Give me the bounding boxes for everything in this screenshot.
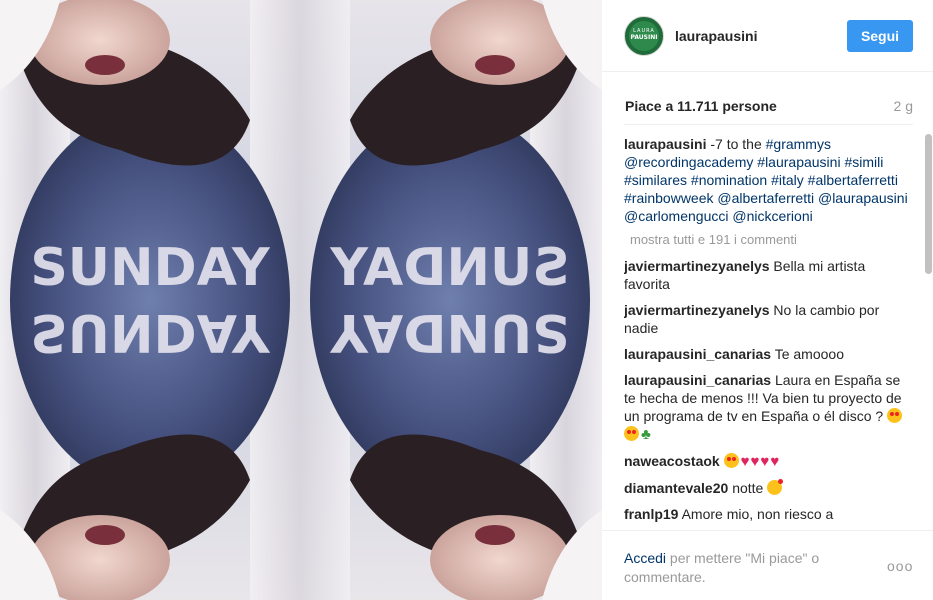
caption: laurapausini -7 to the #grammys @recordi… [624, 135, 913, 225]
divider [624, 124, 913, 125]
post-footer: Accedi per mettere "Mi piace" o commenta… [602, 530, 933, 600]
comment-user[interactable]: naweacostaok [624, 453, 720, 469]
hashtag[interactable]: #rainbowweek [624, 190, 714, 206]
comment-user[interactable]: franlp19 [624, 506, 678, 522]
heart-emoji-icon: ♥ [770, 453, 780, 470]
mention[interactable]: @laurapausini [818, 190, 908, 206]
mention[interactable]: @recordingacademy [624, 154, 753, 170]
avatar[interactable]: LAURA PAUSINI [624, 16, 664, 56]
shirt-text-flipped-mirror: SUNDAY [329, 302, 570, 362]
hashtag[interactable]: #similares [624, 172, 687, 188]
hashtag[interactable]: #grammys [766, 136, 831, 152]
login-prompt: Accedi per mettere "Mi piace" o commenta… [624, 549, 854, 587]
hashtag[interactable]: #simili [844, 154, 883, 170]
shirt-text: SUNDAY [30, 238, 271, 298]
comment: javiermartinezyanelys Bella mi artista f… [624, 257, 913, 293]
comments-scrollbar[interactable] [925, 134, 932, 274]
post-header: LAURA PAUSINI laurapausini Segui [602, 0, 933, 72]
shirt-text-flipped: SUNDAY [30, 302, 271, 362]
comment: diamantevale20 notte [624, 479, 913, 497]
kiss-emoji-icon [767, 479, 784, 495]
comment-text: Amore mio, non riesco a [681, 506, 834, 522]
show-all-comments-link[interactable]: mostra tutti e 191 i commenti [630, 231, 913, 249]
comment-user[interactable]: javiermartinezyanelys [624, 302, 770, 318]
post-side-panel: LAURA PAUSINI laurapausini Segui Piace a… [602, 0, 933, 600]
likes-row: Piace a 11.711 persone 2 g [624, 98, 913, 118]
comment-user[interactable]: javiermartinezyanelys [624, 258, 770, 274]
hashtag[interactable]: #laurapausini [757, 154, 840, 170]
comment-text: notte [732, 480, 764, 496]
avatar-text-name: PAUSINI [630, 34, 658, 41]
hashtag[interactable]: #nomination [691, 172, 767, 188]
mention[interactable]: @albertaferretti [717, 190, 814, 206]
clover-emoji-icon: ♣ [641, 426, 651, 443]
comment: laurapausini_canarias Te amoooo [624, 345, 913, 363]
post-age[interactable]: 2 g [894, 98, 913, 114]
comment-text: Te amoooo [774, 346, 844, 362]
username-link[interactable]: laurapausini [675, 28, 757, 44]
comment-user[interactable]: laurapausini_canarias [624, 346, 771, 362]
likes-count[interactable]: Piace a 11.711 persone [625, 98, 777, 114]
comment: javiermartinezyanelys No la cambio por n… [624, 301, 913, 337]
comment: franlp19 Amore mio, non riesco a [624, 505, 913, 523]
heart-emoji-icon: ♥ [760, 453, 770, 470]
caption-user[interactable]: laurapausini [624, 136, 706, 152]
kaleidoscope-image: SUNDAY SUNDAY SUNDAY SUNDAY [0, 0, 602, 600]
shirt-text-mirror: SUNDAY [329, 238, 570, 298]
comment: laurapausini_canarias Laura en España se… [624, 371, 913, 444]
heart-eyes-emoji-icon [624, 426, 639, 441]
hashtag[interactable]: #albertaferretti [808, 172, 898, 188]
comment: naweacostaok ♥♥♥♥ [624, 452, 913, 471]
heart-eyes-emoji-icon [723, 453, 739, 468]
mention[interactable]: @nickcerioni [732, 208, 812, 224]
comments-list[interactable]: laurapausini -7 to the #grammys @recordi… [624, 135, 913, 531]
caption-text: -7 to the [710, 136, 762, 152]
mention[interactable]: @carlomengucci [624, 208, 728, 224]
heart-emoji-icon: ♥ [740, 453, 750, 470]
post-photo[interactable]: SUNDAY SUNDAY SUNDAY SUNDAY [0, 0, 602, 600]
login-link[interactable]: Accedi [624, 550, 666, 566]
comment-user[interactable]: diamantevale20 [624, 480, 728, 496]
heart-eyes-emoji-icon [887, 408, 903, 423]
more-options-icon[interactable]: ooo [887, 558, 913, 574]
heart-emoji-icon: ♥ [750, 453, 760, 470]
follow-button[interactable]: Segui [847, 20, 913, 52]
comment-user[interactable]: laurapausini_canarias [624, 372, 771, 388]
hashtag[interactable]: #italy [771, 172, 804, 188]
